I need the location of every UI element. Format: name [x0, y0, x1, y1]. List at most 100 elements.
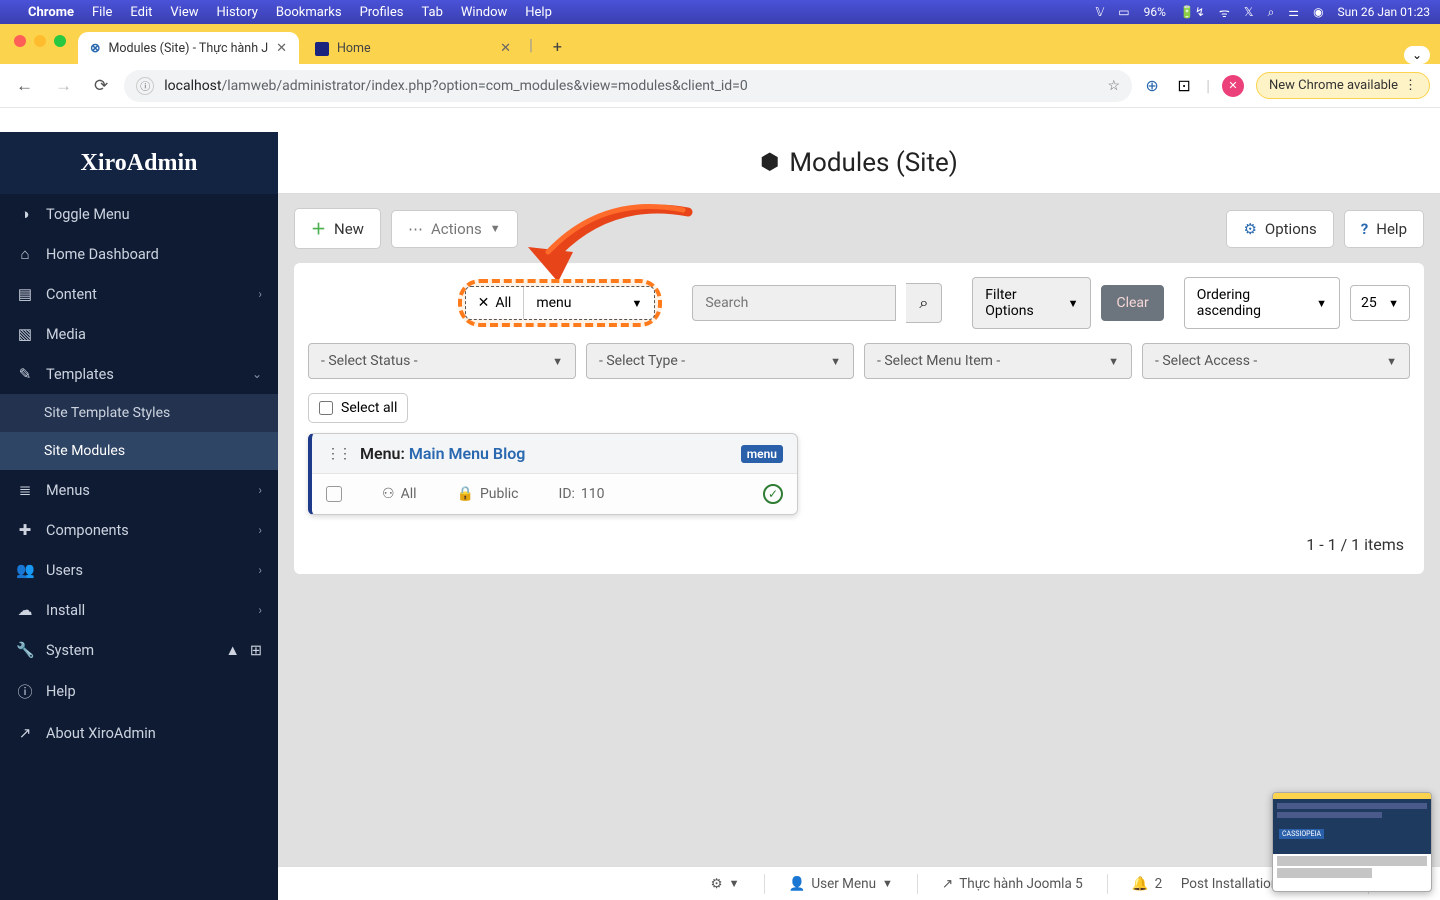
- siri-icon[interactable]: ◉: [1313, 5, 1323, 19]
- checkbox[interactable]: [319, 401, 333, 415]
- frontend-link[interactable]: ↗Thực hành Joomla 5: [934, 876, 1091, 892]
- warning-icon: ▲: [225, 642, 239, 659]
- sidebar-item-components[interactable]: ✚Components›: [0, 510, 278, 550]
- actions-button[interactable]: ⋯Actions▼: [391, 210, 518, 248]
- sidebar-item-content[interactable]: ▤Content›: [0, 274, 278, 314]
- module-title-link[interactable]: Main Menu Blog: [409, 444, 526, 463]
- new-tab-button[interactable]: +: [543, 29, 572, 64]
- tabs-dropdown-icon[interactable]: ⌄: [1404, 46, 1430, 64]
- ordering-select[interactable]: Ordering ascending▼: [1184, 277, 1340, 329]
- chevron-down-icon: ⌄: [252, 367, 262, 381]
- x-icon[interactable]: 𝕏: [1244, 5, 1254, 19]
- control-center-icon[interactable]: ⚌: [1288, 5, 1299, 19]
- battery-icon[interactable]: 🔋↯: [1180, 5, 1205, 19]
- type-filter[interactable]: - Select Type -▼: [586, 343, 854, 379]
- kebab-icon: ⋮: [1404, 78, 1417, 93]
- external-link-icon: ↗: [942, 876, 953, 892]
- system-icon: 🔧: [16, 641, 34, 659]
- content-icon: ▤: [16, 285, 34, 303]
- clear-button[interactable]: Clear: [1101, 285, 1163, 321]
- question-icon: ?: [1361, 220, 1368, 238]
- mac-menu-profiles[interactable]: Profiles: [360, 5, 404, 20]
- sidebar-item-system[interactable]: 🔧System▲⊞: [0, 630, 278, 670]
- sidebar-sub-site-template-styles[interactable]: Site Template Styles: [0, 394, 278, 432]
- preview-thumbnail[interactable]: CASSIOPEIA: [1272, 792, 1432, 892]
- filter-options-button[interactable]: Filter Options▼: [972, 277, 1091, 329]
- translate-icon[interactable]: ⊕: [1142, 76, 1162, 96]
- tab-close-icon[interactable]: ✕: [276, 41, 287, 56]
- mac-menu-tab[interactable]: Tab: [421, 5, 442, 20]
- clock[interactable]: Sun 26 Jan 01:23: [1338, 5, 1430, 19]
- page-title: Modules (Site): [789, 148, 958, 178]
- sidebar-item-install[interactable]: ☁Install›: [0, 590, 278, 630]
- search-button[interactable]: ⌕: [906, 283, 942, 323]
- mac-menu-help[interactable]: Help: [525, 5, 552, 20]
- address-bar[interactable]: ⓘ localhost/lamweb/administrator/index.p…: [124, 70, 1132, 102]
- drag-handle-icon[interactable]: ⋮⋮: [326, 446, 350, 462]
- mac-app-name[interactable]: Chrome: [28, 5, 74, 20]
- tab-close-icon[interactable]: ✕: [500, 41, 511, 56]
- search-input[interactable]: [692, 285, 896, 321]
- sidebar-item-templates[interactable]: ✎Templates⌄: [0, 354, 278, 394]
- access-filter[interactable]: - Select Access -▼: [1142, 343, 1410, 379]
- about-icon: ↗: [16, 724, 34, 742]
- help-button[interactable]: ?Help: [1344, 210, 1424, 248]
- settings-dropdown[interactable]: ⚙▼: [703, 876, 748, 892]
- sidebar-item-users[interactable]: 👥Users›: [0, 550, 278, 590]
- row-checkbox[interactable]: [326, 486, 342, 502]
- sidebar-sub-site-modules[interactable]: Site Modules: [0, 432, 278, 470]
- sidebar-item-help[interactable]: ⓘHelp: [0, 670, 278, 713]
- mac-menu-history[interactable]: History: [217, 5, 258, 20]
- mac-menu-file[interactable]: File: [92, 5, 112, 20]
- joomla-favicon-icon: [315, 42, 329, 56]
- wifi-icon[interactable]: ᯤ: [1219, 4, 1230, 21]
- reload-button[interactable]: ⟳: [88, 72, 114, 100]
- mac-menu-bookmarks[interactable]: Bookmarks: [276, 5, 342, 20]
- browser-toolbar: ← → ⟳ ⓘ localhost/lamweb/administrator/i…: [0, 64, 1440, 108]
- options-button[interactable]: ⚙Options: [1226, 210, 1333, 248]
- filter-chip-clear[interactable]: ✕All: [466, 287, 525, 319]
- brand-logo[interactable]: XiroAdmin: [0, 132, 278, 194]
- sidebar: XiroAdmin ◑Toggle Menu ⌂Home Dashboard ▤…: [0, 132, 278, 900]
- site-info-icon[interactable]: ⓘ: [136, 77, 154, 95]
- user-menu-button[interactable]: 👤User Menu▼: [781, 876, 901, 892]
- chevron-down-icon: ▼: [882, 877, 893, 890]
- status-filter[interactable]: - Select Status -▼: [308, 343, 576, 379]
- new-button[interactable]: ＋New: [294, 208, 381, 249]
- back-button[interactable]: ←: [10, 72, 39, 100]
- mac-menu-view[interactable]: View: [170, 5, 198, 20]
- chevron-down-icon: ▼: [830, 355, 841, 368]
- window-zoom-icon[interactable]: [54, 35, 66, 47]
- tab-second[interactable]: Home ✕: [303, 33, 523, 64]
- page-header: ⬢ Modules (Site): [278, 132, 1440, 194]
- chevron-down-icon: ▼: [1068, 297, 1079, 310]
- bookmark-icon[interactable]: ☆: [1108, 78, 1121, 94]
- extensions-icon[interactable]: ⊡: [1174, 76, 1194, 96]
- forward-button[interactable]: →: [49, 72, 78, 100]
- v-icon[interactable]: 𝕍: [1096, 5, 1105, 19]
- sidebar-item-menus[interactable]: ≣Menus›: [0, 470, 278, 510]
- update-button[interactable]: New Chrome available ⋮: [1256, 72, 1430, 99]
- url: localhost/lamweb/administrator/index.php…: [164, 78, 1097, 94]
- status-published-icon[interactable]: ✓: [763, 484, 783, 504]
- window-minimize-icon[interactable]: [34, 35, 46, 47]
- sidebar-item-home[interactable]: ⌂Home Dashboard: [0, 234, 278, 274]
- display-icon[interactable]: ▭: [1118, 5, 1129, 19]
- sidebar-item-media[interactable]: ▧Media: [0, 314, 278, 354]
- sidebar-item-toggle-menu[interactable]: ◑Toggle Menu: [0, 194, 278, 234]
- sidebar-item-about[interactable]: ↗About XiroAdmin: [0, 713, 278, 753]
- templates-icon: ✎: [16, 365, 34, 383]
- limit-select[interactable]: 25▼: [1350, 285, 1410, 321]
- select-all-checkbox[interactable]: Select all: [308, 393, 408, 423]
- mac-menu-window[interactable]: Window: [461, 5, 507, 20]
- user-icon: 👤: [789, 876, 806, 892]
- filter-chip-value[interactable]: menu▼: [524, 287, 654, 319]
- menu-item-filter[interactable]: - Select Menu Item -▼: [864, 343, 1132, 379]
- chevron-right-icon: ›: [258, 483, 262, 497]
- tab-active[interactable]: ⊗ Modules (Site) - Thực hành J ✕: [78, 32, 299, 64]
- search-icon[interactable]: ⌕: [1268, 5, 1275, 20]
- window-close-icon[interactable]: [14, 35, 26, 47]
- grid-icon: ⊞: [250, 642, 262, 659]
- mac-menu-edit[interactable]: Edit: [130, 5, 152, 20]
- profile-avatar[interactable]: ✕: [1222, 75, 1244, 97]
